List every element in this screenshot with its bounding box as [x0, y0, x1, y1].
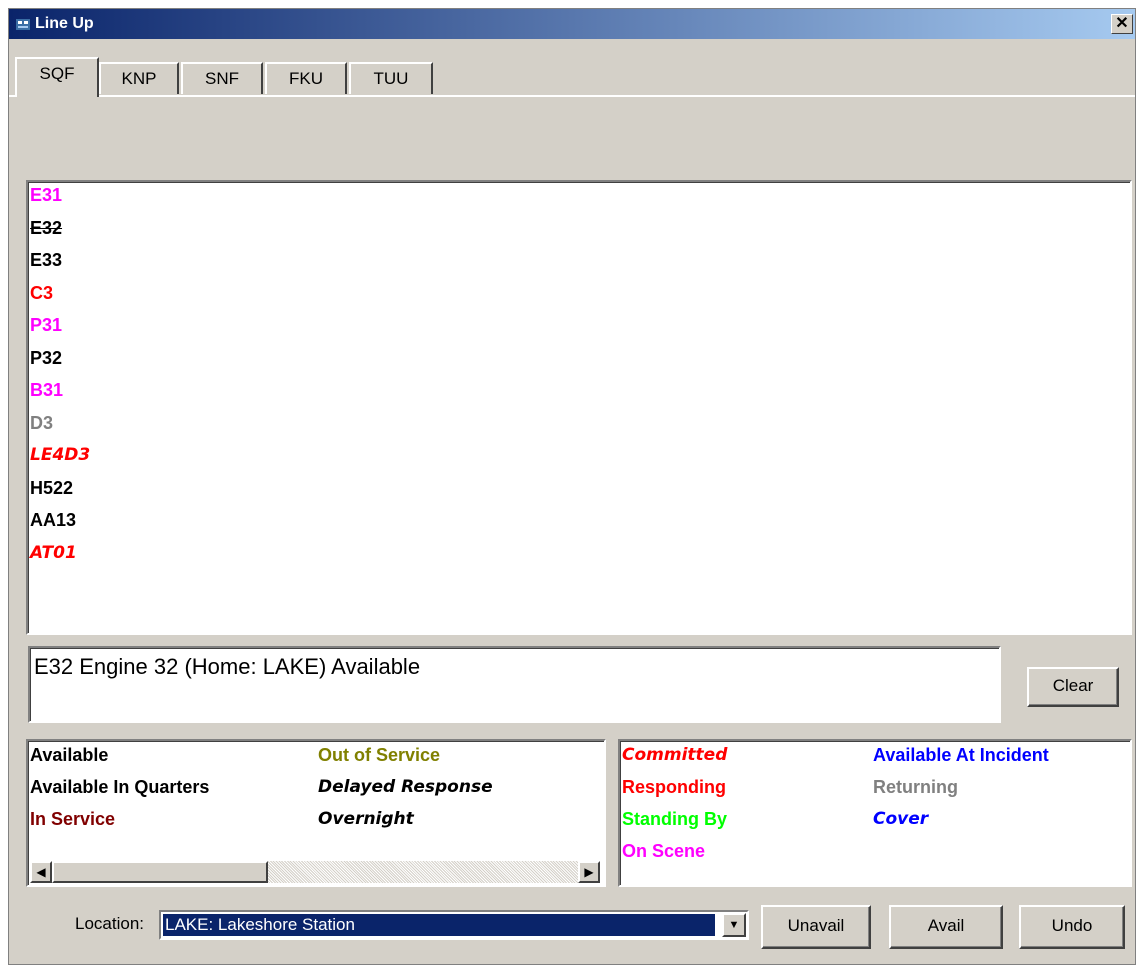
unit-item[interactable]: P32 — [30, 348, 62, 369]
unit-item[interactable]: E31 — [30, 185, 62, 206]
legend-item: Returning — [873, 777, 958, 797]
legend-item: Committed — [622, 745, 728, 765]
unit-info-text: E32 Engine 32 (Home: LAKE) Available — [34, 654, 421, 679]
status-legend-right: Committed Responding Standing By On Scene Av… — [618, 739, 1132, 887]
undo-button[interactable]: Undo — [1019, 905, 1125, 949]
left-arrow-icon: ◀ — [36, 865, 46, 879]
legend-item: Standing By — [622, 809, 728, 829]
scroll-thumb[interactable] — [52, 861, 268, 883]
unit-item[interactable]: H522 — [30, 478, 73, 499]
tab-divider — [9, 95, 1135, 97]
unit-info-box: E32 Engine 32 (Home: LAKE) Available — [28, 646, 1001, 723]
unit-item[interactable]: AT01 — [30, 543, 77, 563]
clear-button[interactable]: Clear — [1027, 667, 1119, 707]
tab-knp[interactable]: KNP — [99, 62, 179, 94]
unit-item[interactable]: E32 — [30, 218, 62, 239]
dropdown-arrow-button[interactable]: ▼ — [722, 913, 746, 937]
status-legend-left[interactable]: ◀ ▶ Available Available In Quarters In Ser… — [26, 739, 606, 887]
legend-item: Available — [30, 745, 109, 765]
scroll-right-button[interactable]: ▶ — [578, 861, 600, 883]
tab-tuu[interactable]: TUU — [349, 62, 433, 94]
unit-item[interactable]: P31 — [30, 315, 62, 336]
legend-item: Available At Incident — [873, 745, 1049, 765]
window-title: Line Up — [35, 15, 94, 32]
close-button[interactable]: ✕ — [1111, 14, 1133, 34]
unit-item[interactable]: C3 — [30, 283, 53, 304]
unit-item[interactable]: B31 — [30, 380, 63, 401]
legend-item: On Scene — [622, 841, 706, 861]
location-label: Location: — [75, 914, 144, 933]
tab-snf[interactable]: SNF — [181, 62, 263, 94]
line-up-window: Line Up ✕ SQF KNP SNF FKU TUU E31 E32 E33 C… — [8, 8, 1136, 965]
legend-item: Out of Service — [318, 745, 441, 765]
legend-item: Delayed Response — [318, 777, 493, 797]
legend-item: Cover — [873, 809, 929, 829]
legend-item: Responding — [622, 777, 726, 797]
legend-item: Available In Quarters — [30, 777, 210, 797]
tab-sqf[interactable]: SQF — [15, 57, 99, 97]
tab-fku[interactable]: FKU — [265, 62, 347, 94]
avail-button[interactable]: Avail — [889, 905, 1003, 949]
unit-item[interactable]: LE4D3 — [30, 445, 90, 465]
unit-list[interactable]: E31 E32 E33 C3 P31 P32 B31 D3 LE4D3 H522 AA13 AT01 — [26, 180, 1132, 635]
unit-item[interactable]: E33 — [30, 250, 62, 271]
right-arrow-icon: ▶ — [584, 865, 594, 879]
scroll-left-button[interactable]: ◀ — [30, 861, 52, 883]
horizontal-scrollbar[interactable]: ◀ ▶ — [30, 861, 600, 883]
legend-item: Overnight — [318, 809, 414, 829]
app-icon — [16, 19, 30, 30]
unit-item[interactable]: D3 — [30, 413, 53, 434]
legend-item: In Service — [30, 809, 116, 829]
chevron-down-icon: ▼ — [728, 919, 740, 931]
unavail-button[interactable]: Unavail — [761, 905, 871, 949]
title-bar[interactable]: Line Up ✕ — [9, 9, 1135, 39]
location-dropdown[interactable]: LAKE: Lakeshore Station ▼ — [159, 910, 749, 940]
location-value: LAKE: Lakeshore Station — [162, 913, 716, 937]
unit-item[interactable]: AA13 — [30, 510, 76, 531]
